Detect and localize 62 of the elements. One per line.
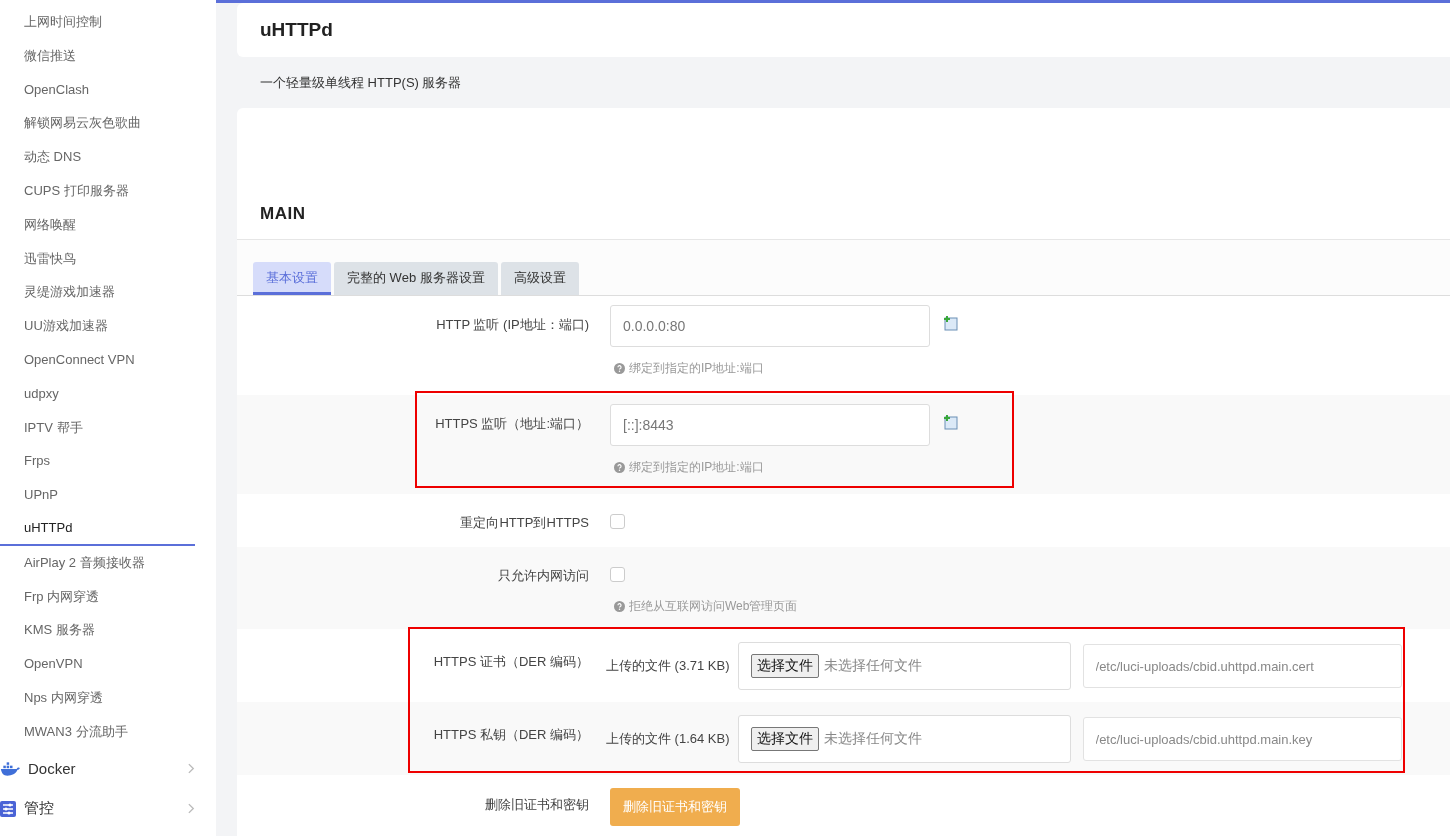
sidebar-item[interactable]: 网络唤醒 <box>0 207 195 242</box>
sidebar-group[interactable]: Docker <box>0 748 195 789</box>
chevron-right-icon <box>188 803 195 815</box>
add-document-icon[interactable] <box>943 414 959 430</box>
field-label: 只允许内网访问 <box>498 568 589 583</box>
path-field[interactable]: /etc/luci-uploads/cbid.uhttpd.main.key <box>1082 717 1402 761</box>
page-title: uHTTPd <box>260 19 333 41</box>
sidebar-item[interactable]: UU游戏加速器 <box>0 309 195 343</box>
sidebar-item[interactable]: udpxy <box>0 376 195 411</box>
checkbox[interactable] <box>610 567 625 582</box>
choose-file-button[interactable]: 选择文件 <box>750 654 819 678</box>
chevron-right-icon <box>188 763 195 775</box>
sidebar-item[interactable]: uHTTPd <box>0 511 195 546</box>
sidebar-item[interactable]: OpenConnect VPN <box>0 342 195 377</box>
input-field[interactable]: [::]:8443 <box>610 404 930 446</box>
file-input[interactable]: 选择文件 未选择任何文件 <box>737 642 1071 690</box>
sidebar-item[interactable]: 灵缇游戏加速器 <box>0 275 195 310</box>
sidebar-item[interactable]: IPTV 帮手 <box>0 410 195 445</box>
sidebar-item[interactable]: 动态 DNS <box>0 140 195 174</box>
sidebar-item[interactable]: OpenClash <box>0 72 195 107</box>
sidebar-item[interactable]: CUPS 打印服务器 <box>0 174 195 208</box>
help-icon <box>614 363 625 374</box>
uploaded-file-text: 上传的文件 (3.71 KB) <box>606 657 730 675</box>
tab[interactable]: 高级设置 <box>500 262 579 295</box>
field-label: HTTP 监听 (IP地址：端口) <box>436 317 589 332</box>
field-label: HTTPS 私钥（DER 编码） <box>433 727 589 742</box>
tab[interactable]: 完整的 Web 服务器设置 <box>334 262 498 295</box>
choose-file-button[interactable]: 选择文件 <box>750 727 819 751</box>
sidebar-item[interactable]: 上网时间控制 <box>0 5 195 39</box>
checkbox[interactable] <box>610 514 625 529</box>
field-label: HTTPS 证书（DER 编码） <box>433 654 589 669</box>
hint-text: 绑定到指定的IP地址:端口 <box>629 459 764 476</box>
sidebar-item[interactable]: 迅雷快鸟 <box>0 241 195 276</box>
sidebar-item[interactable]: MWAN3 分流助手 <box>0 714 195 749</box>
sidebar-item[interactable]: 解锁网易云灰色歌曲 <box>0 106 195 141</box>
sidebar-item[interactable]: OpenVPN <box>0 647 195 681</box>
path-field[interactable]: /etc/luci-uploads/cbid.uhttpd.main.cert <box>1082 644 1402 688</box>
sidebar-group[interactable]: 管控 <box>0 788 195 829</box>
help-icon <box>614 462 625 473</box>
file-input[interactable]: 选择文件 未选择任何文件 <box>737 715 1071 763</box>
field-label: HTTPS 监听（地址:端口） <box>435 416 589 431</box>
section-title: MAIN <box>260 204 306 224</box>
sidebar-item[interactable]: Nps 内网穿透 <box>0 680 195 715</box>
file-status: 未选择任何文件 <box>823 657 922 675</box>
input-field[interactable]: 0.0.0.0:80 <box>610 305 930 347</box>
sidebar-item[interactable]: UPnP <box>0 478 195 512</box>
file-status: 未选择任何文件 <box>823 730 922 748</box>
page-description: 一个轻量级单线程 HTTP(S) 服务器 <box>259 74 463 92</box>
field-label: 重定向HTTP到HTTPS <box>460 515 589 530</box>
sidebar-item[interactable]: AirPlay 2 音频接收器 <box>0 545 195 580</box>
help-icon <box>614 601 625 612</box>
sidebar-item[interactable]: KMS 服务器 <box>0 613 195 648</box>
sidebar-item[interactable]: 微信推送 <box>0 38 195 73</box>
uploaded-file-text: 上传的文件 (1.64 KB) <box>606 730 730 748</box>
whale-icon <box>0 761 20 776</box>
field-label: 删除旧证书和密钥 <box>485 797 589 812</box>
hint-text: 绑定到指定的IP地址:端口 <box>629 360 764 377</box>
sidebar-item[interactable]: Frp 内网穿透 <box>0 579 195 614</box>
hint-text: 拒绝从互联网访问Web管理页面 <box>629 598 798 615</box>
sidebar-item[interactable]: Frps <box>0 444 195 479</box>
add-document-icon[interactable] <box>943 315 959 331</box>
tab[interactable]: 基本设置 <box>253 262 331 295</box>
